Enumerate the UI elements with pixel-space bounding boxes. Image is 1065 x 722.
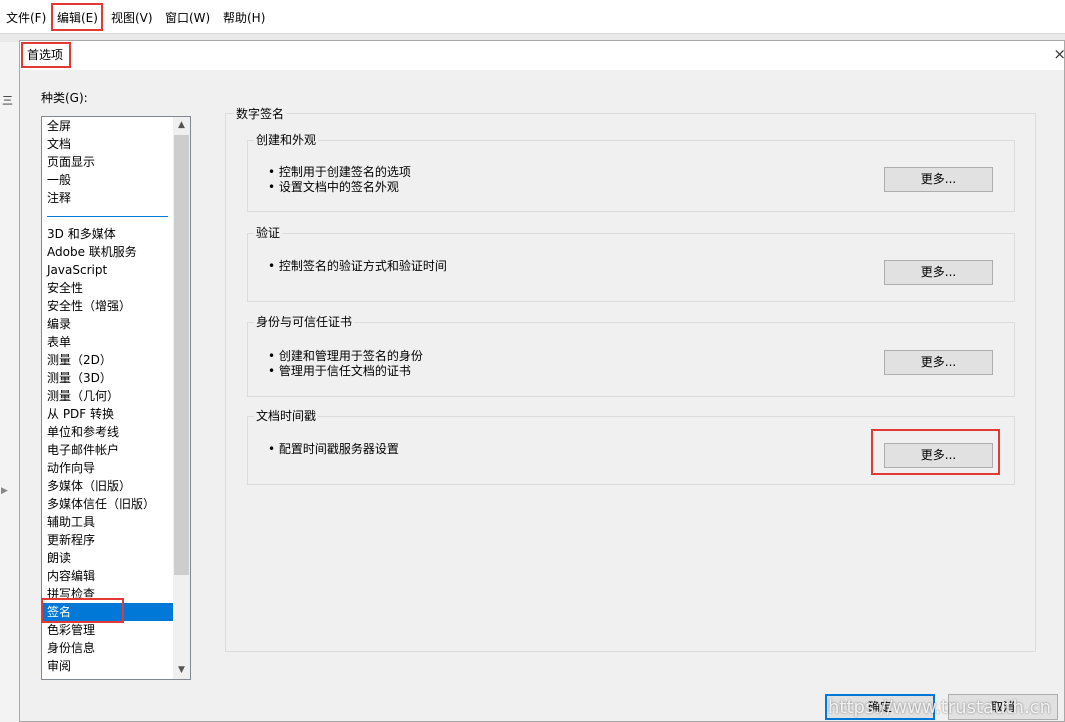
category-item[interactable]: 编录 bbox=[42, 315, 173, 333]
bullet-text: • 控制签名的验证方式和验证时间 bbox=[268, 259, 447, 273]
dialog-titlebar: 首选项 × bbox=[20, 41, 1065, 70]
category-item[interactable]: 3D 和多媒体 bbox=[42, 225, 173, 243]
category-item[interactable]: JavaScript bbox=[42, 261, 173, 279]
category-item[interactable]: 辅助工具 bbox=[42, 513, 173, 531]
bullet-text: • 配置时间戳服务器设置 bbox=[268, 442, 399, 456]
category-item[interactable]: 安全性（增强） bbox=[42, 297, 173, 315]
category-item[interactable]: 页面显示 bbox=[42, 153, 173, 171]
group-identities-certificates: 身份与可信任证书 • 创建和管理用于签名的身份 • 管理用于信任文档的证书 更多… bbox=[247, 314, 1015, 397]
category-item[interactable]: 注释 bbox=[42, 189, 173, 207]
panel-title: 数字签名 bbox=[234, 106, 287, 122]
category-item[interactable]: 更新程序 bbox=[42, 531, 173, 549]
bullet-text: • 设置文档中的签名外观 bbox=[268, 180, 399, 194]
highlight-signature-item bbox=[41, 598, 124, 623]
category-label: 种类(G): bbox=[41, 91, 88, 105]
category-item[interactable]: 内容编辑 bbox=[42, 567, 173, 585]
category-item[interactable]: 多媒体（旧版） bbox=[42, 477, 173, 495]
menu-view[interactable]: 视图(V) bbox=[111, 9, 153, 27]
left-gutter: 三 ▶ bbox=[0, 42, 19, 722]
category-item[interactable]: 身份信息 bbox=[42, 639, 173, 657]
close-icon[interactable]: × bbox=[1053, 44, 1065, 64]
menu-window[interactable]: 窗口(W) bbox=[165, 9, 210, 27]
digital-signature-panel: 数字签名 创建和外观 • 控制用于创建签名的选项 • 设置文档中的签名外观 更多… bbox=[225, 106, 1036, 652]
category-item[interactable]: 审阅 bbox=[42, 657, 173, 675]
highlight-dialog-title bbox=[21, 42, 71, 68]
category-item[interactable]: 测量（几何） bbox=[42, 387, 173, 405]
list-scrollbar[interactable]: ▲ ▼ bbox=[173, 117, 190, 679]
group-title: 验证 bbox=[254, 225, 283, 241]
category-item[interactable]: 多媒体信任（旧版） bbox=[42, 495, 173, 513]
bullet-text: • 创建和管理用于签名的身份 bbox=[268, 349, 423, 363]
group-title: 创建和外观 bbox=[254, 132, 319, 148]
menu-file[interactable]: 文件(F) bbox=[6, 9, 46, 27]
highlight-edit-menu bbox=[51, 3, 103, 31]
category-item[interactable]: Adobe 联机服务 bbox=[42, 243, 173, 261]
category-item[interactable]: 色彩管理 bbox=[42, 621, 173, 639]
category-item[interactable]: 全屏 bbox=[42, 117, 173, 135]
category-item[interactable]: 测量（3D） bbox=[42, 369, 173, 387]
category-item[interactable]: 单位和参考线 bbox=[42, 423, 173, 441]
menu-bar: 文件(F) 编辑(E) 视图(V) 窗口(W) 帮助(H) bbox=[0, 0, 1065, 34]
highlight-timestamp-button bbox=[871, 429, 1000, 475]
category-item[interactable]: 电子邮件帐户 bbox=[42, 441, 173, 459]
scroll-down-icon[interactable]: ▼ bbox=[173, 662, 190, 679]
more-button-verification[interactable]: 更多... bbox=[884, 260, 993, 285]
group-verification: 验证 • 控制签名的验证方式和验证时间 更多... bbox=[247, 225, 1015, 302]
category-item[interactable]: 一般 bbox=[42, 171, 173, 189]
bullet-text: • 控制用于创建签名的选项 bbox=[268, 165, 411, 179]
scroll-thumb[interactable] bbox=[174, 135, 189, 575]
group-title: 文档时间戳 bbox=[254, 408, 319, 424]
watermark: https://www.trustauth.cn bbox=[828, 697, 1051, 718]
preferences-dialog: 首选项 × 种类(G): 全屏 文档 页面显示 一般 注释 3D 和多媒体 Adobe 联机… bbox=[19, 40, 1065, 722]
more-button-identities[interactable]: 更多... bbox=[884, 350, 993, 375]
gutter-letter: 三 bbox=[2, 94, 13, 107]
group-create-appearance: 创建和外观 • 控制用于创建签名的选项 • 设置文档中的签名外观 更多... bbox=[247, 132, 1015, 212]
category-item[interactable]: 安全性 bbox=[42, 279, 173, 297]
bullet-text: • 管理用于信任文档的证书 bbox=[268, 364, 411, 378]
list-separator bbox=[47, 216, 168, 217]
more-button-create-appearance[interactable]: 更多... bbox=[884, 167, 993, 192]
scroll-up-icon[interactable]: ▲ bbox=[173, 117, 190, 134]
category-item[interactable]: 朗读 bbox=[42, 549, 173, 567]
category-item[interactable]: 文档 bbox=[42, 135, 173, 153]
menu-help[interactable]: 帮助(H) bbox=[223, 9, 265, 27]
category-item[interactable]: 表单 bbox=[42, 333, 173, 351]
expand-arrow-icon[interactable]: ▶ bbox=[1, 486, 8, 496]
category-item[interactable]: 测量（2D） bbox=[42, 351, 173, 369]
category-list[interactable]: 全屏 文档 页面显示 一般 注释 3D 和多媒体 Adobe 联机服务 JavaScript 安… bbox=[41, 116, 191, 680]
group-title: 身份与可信任证书 bbox=[254, 314, 355, 330]
category-item[interactable]: 动作向导 bbox=[42, 459, 173, 477]
category-item[interactable]: 从 PDF 转换 bbox=[42, 405, 173, 423]
